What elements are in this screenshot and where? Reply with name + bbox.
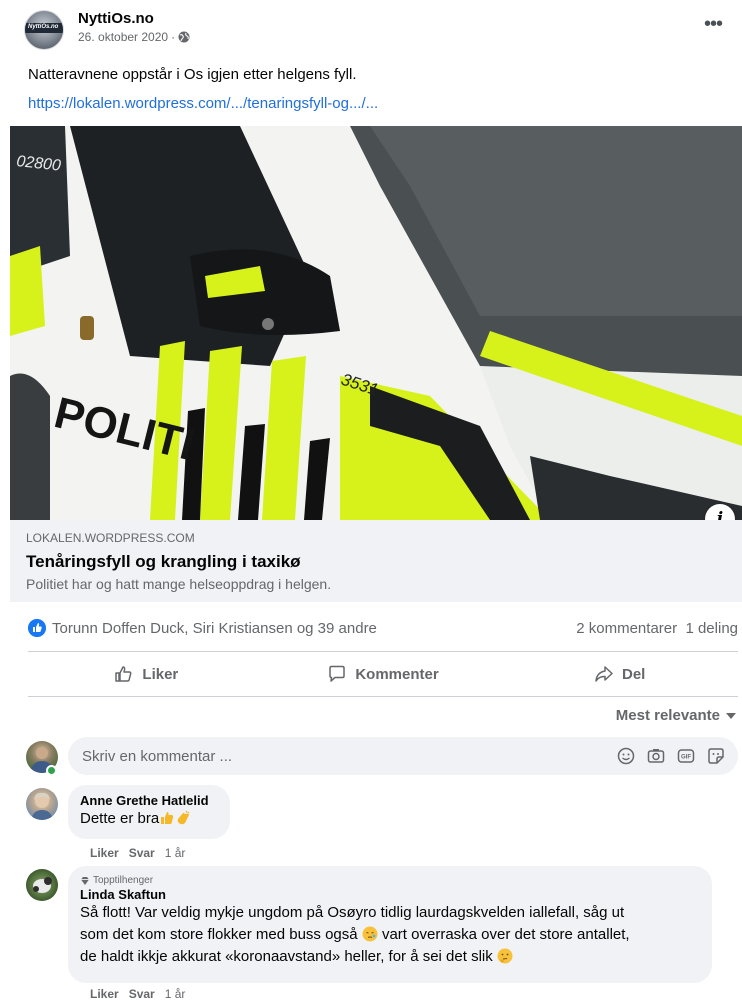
comment-button-label: Kommenter: [355, 665, 439, 683]
globe-icon: [178, 31, 190, 43]
meta-separator: ·: [171, 30, 176, 44]
input-icon-row: GIF: [616, 746, 726, 766]
comment-button[interactable]: Kommenter: [265, 652, 502, 696]
share-button-label: Del: [622, 665, 646, 683]
comment-sort-dropdown[interactable]: Mest relevante: [616, 707, 736, 724]
top-fan-badge: Topptilhenger: [80, 875, 700, 886]
comment-text-line: Så flott! Var veldig mykje ungdom på Osø…: [80, 904, 625, 921]
comment-text: Dette er bra: [80, 810, 160, 827]
thinking-face-emoji-icon: [497, 948, 513, 964]
comment-timestamp[interactable]: 1 år: [165, 987, 186, 1000]
comment-actions: Liker Svar 1 år: [90, 987, 185, 1000]
user-silhouette: [33, 877, 52, 893]
page-name[interactable]: NyttiOs.no: [78, 10, 154, 27]
post-date[interactable]: 26. oktober 2020: [78, 30, 168, 44]
comment-reply-link[interactable]: Svar: [129, 846, 155, 860]
comment-actions: Liker Svar 1 år: [90, 846, 185, 860]
sticker-icon[interactable]: [706, 746, 726, 766]
like-button-label: Liker: [142, 665, 179, 683]
thumbs-up-emoji-icon: [161, 812, 174, 824]
comment-bubble: Topptilhenger Linda Skaftun Så flott! Va…: [68, 866, 712, 983]
comment-timestamp[interactable]: 1 år: [165, 846, 186, 860]
link-preview-image[interactable]: POLITI 3531 02800: [10, 126, 742, 520]
like-button[interactable]: Liker: [28, 652, 265, 696]
link-title[interactable]: Tenåringsfyll og krangling i taxikø: [26, 552, 301, 572]
more-options-button[interactable]: •••: [698, 13, 728, 40]
comment-like-link[interactable]: Liker: [90, 846, 119, 860]
commenter-avatar[interactable]: [26, 788, 58, 820]
gif-icon[interactable]: GIF: [676, 746, 696, 766]
post-link[interactable]: https://lokalen.wordpress.com/.../tenari…: [28, 95, 378, 112]
comment-bubble: Anne Grethe Hatlelid Dette er bra: [68, 785, 230, 839]
sort-label: Mest relevante: [615, 707, 720, 724]
diamond-icon: [81, 876, 89, 885]
camera-icon[interactable]: [646, 746, 666, 766]
post-meta: 26. oktober 2020 ·: [78, 30, 190, 44]
comment-share-counts[interactable]: 2 kommentarer 1 deling: [576, 620, 738, 637]
commenter-avatar[interactable]: [26, 869, 58, 901]
comment-input[interactable]: [82, 737, 442, 775]
comment-author[interactable]: Anne Grethe Hatlelid: [80, 793, 218, 808]
comment-text-segment: vart overraska over det store antallet,: [381, 926, 630, 943]
svg-text:GIF: GIF: [681, 755, 691, 761]
comment-author[interactable]: Linda Skaftun: [80, 887, 700, 902]
avatar-logo-text: NyttiOs.no: [28, 24, 59, 30]
caret-down-icon: [726, 712, 736, 719]
police-van-illustration: POLITI 3531 02800: [10, 126, 742, 520]
comment-like-link[interactable]: Liker: [90, 987, 119, 1000]
divider-bottom: [28, 696, 738, 697]
emoji-icon[interactable]: [616, 746, 636, 766]
share-icon: [595, 666, 613, 682]
comment-input-box[interactable]: GIF: [68, 737, 738, 775]
clapping-hands-emoji-icon: [177, 810, 190, 825]
more-horizontal-icon: •••: [703, 13, 723, 35]
comment-reply-link[interactable]: Svar: [129, 987, 155, 1000]
user-silhouette: [31, 792, 53, 820]
reaction-names[interactable]: Torunn Doffen Duck, Siri Kristiansen og …: [52, 620, 377, 637]
comment-text-segment: de haldt ikkje akkurat «koronaavstand» h…: [80, 948, 493, 965]
post-header: NyttiOs.no NyttiOs.no 26. oktober 2020 ·…: [14, 6, 730, 56]
action-bar: Liker Kommenter Del: [28, 652, 738, 696]
online-status-dot: [46, 765, 57, 776]
page-avatar[interactable]: NyttiOs.no: [24, 10, 64, 50]
comment-text-line: som det kom store flokker med buss også …: [80, 924, 700, 946]
comment-text-line: de haldt ikkje akkurat «koronaavstand» h…: [80, 946, 700, 968]
like-reaction-icon[interactable]: [28, 619, 46, 637]
share-button[interactable]: Del: [501, 652, 738, 696]
link-preview-card[interactable]: LOKALEN.WORDPRESS.COM Tenåringsfyll og k…: [10, 520, 742, 602]
top-fan-label: Topptilhenger: [93, 875, 154, 886]
reactions-bar: Torunn Doffen Duck, Siri Kristiansen og …: [28, 618, 738, 640]
comment-text-segment: som det kom store flokker med buss også: [80, 926, 358, 943]
pensive-face-emoji-icon: [362, 926, 378, 942]
thumbs-up-icon: [115, 666, 132, 682]
post-text: Natteravnene oppstår i Os igjen etter he…: [28, 66, 357, 83]
comment-icon: [329, 665, 346, 682]
link-description: Politiet har og hatt mange helseoppdrag …: [26, 576, 332, 592]
link-domain: LOKALEN.WORDPRESS.COM: [26, 531, 195, 545]
